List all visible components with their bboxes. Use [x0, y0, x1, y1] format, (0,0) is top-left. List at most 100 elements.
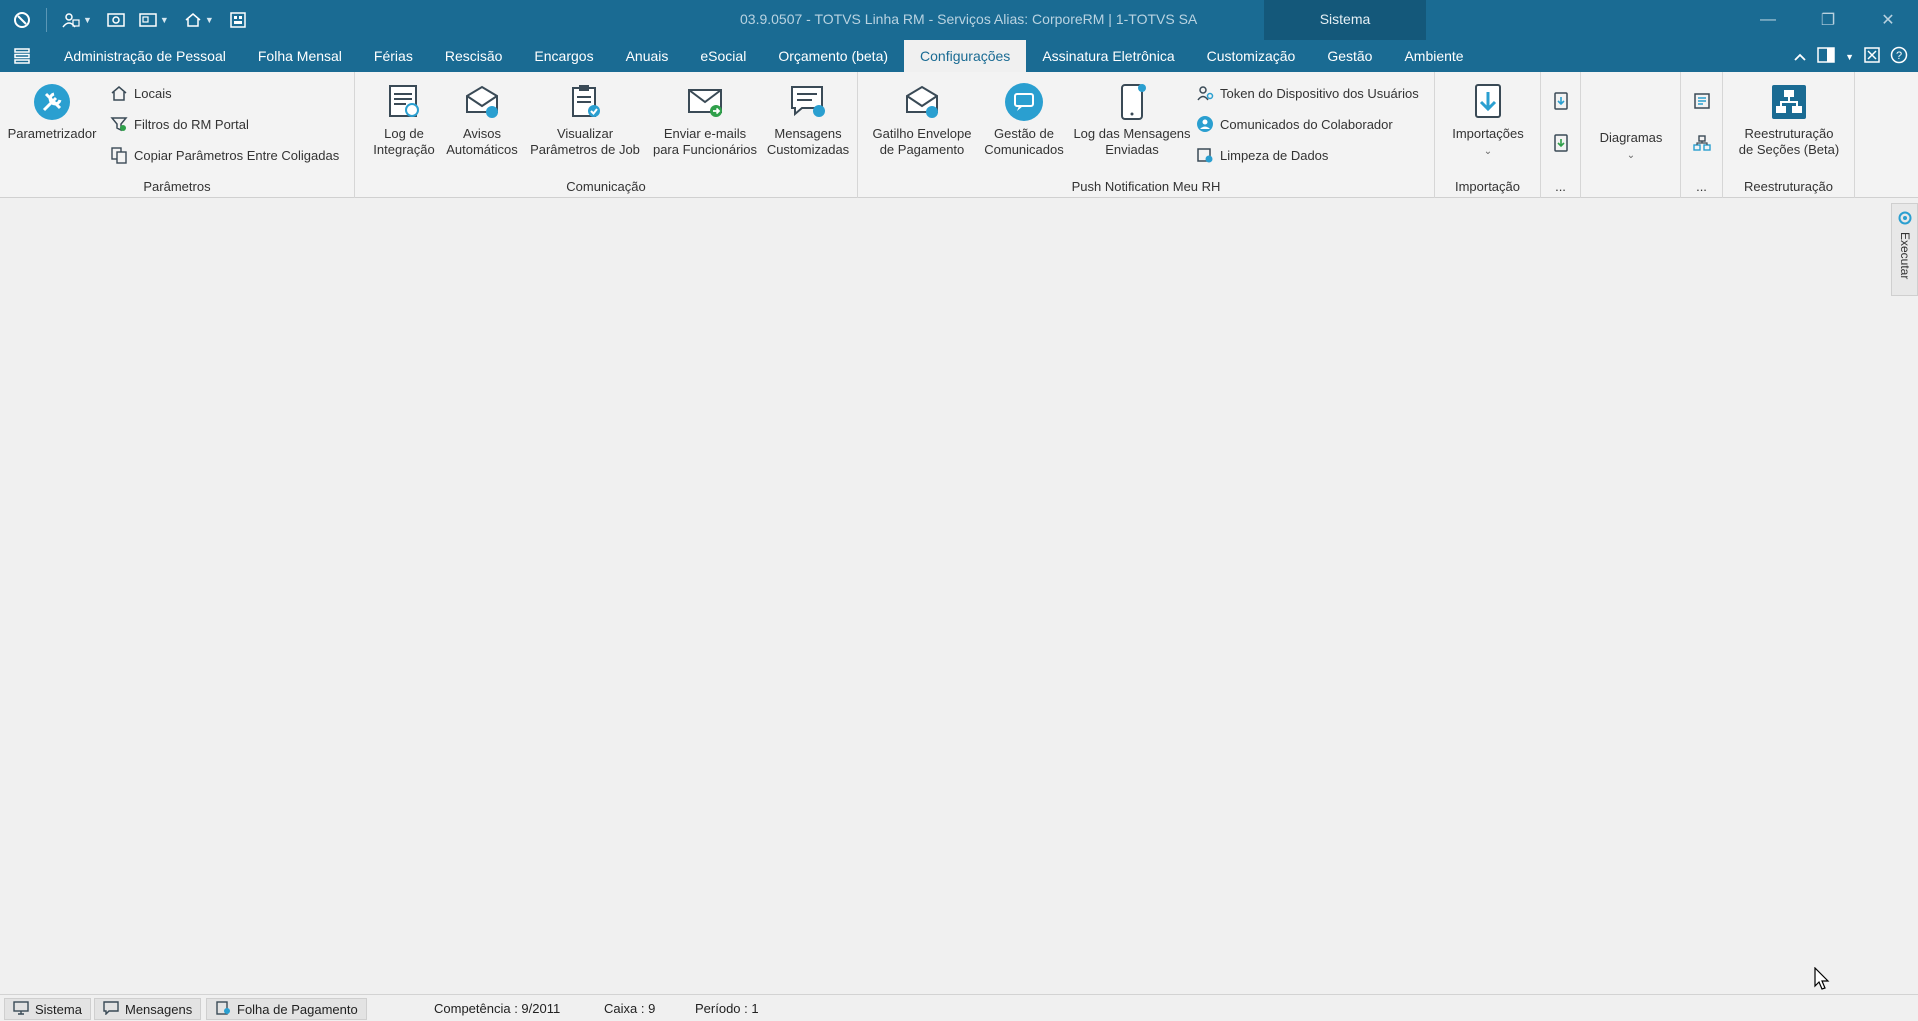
- group-push-notification: Gatilho Envelope de Pagamento Gestão de …: [858, 72, 1435, 198]
- tab-anuais[interactable]: Anuais: [610, 40, 685, 72]
- enviar-emails-button[interactable]: Enviar e-mails para Funcionários: [645, 82, 765, 158]
- log-document-icon: [384, 82, 424, 122]
- user-key-icon: [1196, 84, 1214, 102]
- hierarchy-small-button[interactable]: [1693, 134, 1711, 152]
- tab-assinatura-eletronica[interactable]: Assinatura Eletrônica: [1026, 40, 1190, 72]
- group-label-push: Push Notification Meu RH: [1071, 179, 1221, 194]
- sistema-status-button[interactable]: Sistema: [4, 998, 91, 1020]
- import-small-1-button[interactable]: [1552, 92, 1570, 110]
- close-icon[interactable]: ✕: [1868, 8, 1908, 32]
- tab-esocial[interactable]: eSocial: [684, 40, 762, 72]
- group-label-parametros: Parâmetros: [143, 179, 211, 194]
- parametrizador-icon: [32, 82, 72, 122]
- caixa-info: Caixa : 9: [604, 1001, 656, 1016]
- log-integracao-button[interactable]: Log de Integração: [361, 82, 447, 158]
- gestao-comunicados-button[interactable]: Gestão de Comunicados: [976, 82, 1072, 158]
- tab-orcamento[interactable]: Orçamento (beta): [762, 40, 904, 72]
- competencia-info: Competência : 9/2011: [434, 1001, 561, 1016]
- chevron-down-icon: ⌄: [1626, 150, 1636, 161]
- dashboard-icon[interactable]: [224, 8, 252, 32]
- send-mail-icon: [685, 82, 725, 122]
- layout-icon[interactable]: [1817, 47, 1835, 66]
- filtros-rm-portal-button[interactable]: Filtros do RM Portal: [110, 115, 249, 133]
- chat-circle-icon: [1004, 82, 1044, 122]
- window-icon[interactable]: [134, 8, 162, 32]
- tab-encargos[interactable]: Encargos: [518, 40, 609, 72]
- users-icon[interactable]: [57, 8, 85, 32]
- monitor-icon: [13, 1000, 29, 1018]
- parametrizador-button[interactable]: Parametrizador: [4, 82, 100, 142]
- tab-folha-mensal[interactable]: Folha Mensal: [242, 40, 358, 72]
- chevron-down-icon: ⌄: [1483, 146, 1493, 157]
- tab-ferias[interactable]: Férias: [358, 40, 429, 72]
- group-label-more-1[interactable]: ...: [1541, 179, 1580, 194]
- group-label-more-2[interactable]: ...: [1681, 179, 1722, 194]
- tab-administracao-de-pessoal[interactable]: Administração de Pessoal: [48, 40, 242, 72]
- chevron-down-icon[interactable]: ▼: [160, 15, 169, 25]
- restore-icon[interactable]: ❐: [1808, 8, 1848, 32]
- quick-access-toolbar: ▼ ▼ ▼: [8, 8, 252, 32]
- copiar-parametros-button[interactable]: Copiar Parâmetros Entre Coligadas: [110, 146, 339, 164]
- group-label-importacao: Importação: [1454, 179, 1521, 194]
- tab-customizacao[interactable]: Customização: [1191, 40, 1312, 72]
- colaborador-icon: [1196, 115, 1214, 133]
- mobile-phone-icon: [1112, 82, 1152, 122]
- clean-data-icon: [1196, 146, 1214, 164]
- minimize-icon[interactable]: —: [1748, 8, 1788, 32]
- group-more-2: ...: [1681, 72, 1723, 198]
- report-small-button[interactable]: [1693, 92, 1711, 110]
- ribbon-tab-bar: Administração de Pessoal Folha Mensal Fé…: [0, 40, 1918, 72]
- workspace: [0, 199, 1890, 993]
- limpeza-dados-button[interactable]: Limpeza de Dados: [1196, 146, 1328, 164]
- mouse-cursor-icon: [1814, 966, 1830, 991]
- tab-rescisao[interactable]: Rescisão: [429, 40, 519, 72]
- tab-configuracoes[interactable]: Configurações: [904, 40, 1027, 72]
- home-icon[interactable]: [179, 8, 207, 32]
- tab-gestao[interactable]: Gestão: [1311, 40, 1388, 72]
- folha-pagamento-status-button[interactable]: Folha de Pagamento: [206, 998, 367, 1020]
- chevron-down-icon[interactable]: ▼: [1845, 52, 1854, 62]
- ribbon: Parametrizador Locais Filtros do RM Port…: [0, 72, 1918, 198]
- executar-side-panel[interactable]: Executar: [1891, 203, 1918, 296]
- app-menu-icon[interactable]: [8, 8, 36, 32]
- help-icon[interactable]: ?: [1890, 46, 1908, 67]
- importacoes-button[interactable]: Importações ⌄: [1441, 82, 1535, 160]
- group-label-reestruturacao: Reestruturação: [1744, 179, 1833, 194]
- close-document-icon[interactable]: [1864, 47, 1880, 66]
- filter-icon: [110, 115, 128, 133]
- report-icon: [1693, 92, 1711, 110]
- group-more-1: ...: [1541, 72, 1581, 198]
- clipboard-check-icon: [565, 82, 605, 122]
- comunicados-colaborador-button[interactable]: Comunicados do Colaborador: [1196, 115, 1393, 133]
- visualizar-parametros-job-button[interactable]: Visualizar Parâmetros de Job: [521, 82, 649, 158]
- gear-icon: [1897, 210, 1913, 229]
- token-dispositivo-button[interactable]: Token do Dispositivo dos Usuários: [1196, 84, 1419, 102]
- log-mensagens-enviadas-button[interactable]: Log das Mensagens Enviadas: [1064, 82, 1200, 158]
- collapse-ribbon-icon[interactable]: [1793, 49, 1807, 65]
- ribbon-tabs: Administração de Pessoal Folha Mensal Fé…: [48, 40, 1480, 72]
- preview-icon[interactable]: [102, 8, 130, 32]
- import-icon: [1468, 82, 1508, 122]
- import-small-2-button[interactable]: [1552, 134, 1570, 152]
- home-icon: [110, 84, 128, 102]
- chevron-down-icon[interactable]: ▼: [205, 15, 214, 25]
- mensagens-status-button[interactable]: Mensagens: [94, 998, 202, 1020]
- payroll-icon: [215, 1000, 231, 1018]
- diagramas-button[interactable]: Diagramas ⌄: [1587, 130, 1675, 164]
- hierarchy-icon: [1693, 134, 1711, 152]
- locais-button[interactable]: Locais: [110, 84, 172, 102]
- group-comunicacao: Log de Integração Avisos Automáticos Vis…: [355, 72, 858, 198]
- avisos-automaticos-button[interactable]: Avisos Automáticos: [439, 82, 525, 158]
- envelope-trigger-icon: [902, 82, 942, 122]
- group-reestruturacao: Reestruturação de Seções (Beta) Reestrut…: [1723, 72, 1855, 198]
- status-bar: Sistema Mensagens Folha de Pagamento Com…: [0, 994, 1918, 1021]
- navigation-menu-icon[interactable]: [12, 47, 32, 65]
- gatilho-envelope-button[interactable]: Gatilho Envelope de Pagamento: [864, 82, 980, 158]
- reestruturacao-secoes-button[interactable]: Reestruturação de Seções (Beta): [1727, 82, 1851, 158]
- mensagens-customizadas-button[interactable]: Mensagens Customizadas: [761, 82, 855, 158]
- tab-ambiente[interactable]: Ambiente: [1388, 40, 1479, 72]
- import-doc-icon: [1552, 134, 1570, 152]
- org-structure-icon: [1769, 82, 1809, 122]
- chevron-down-icon[interactable]: ▼: [83, 15, 92, 25]
- svg-text:?: ?: [1896, 50, 1902, 62]
